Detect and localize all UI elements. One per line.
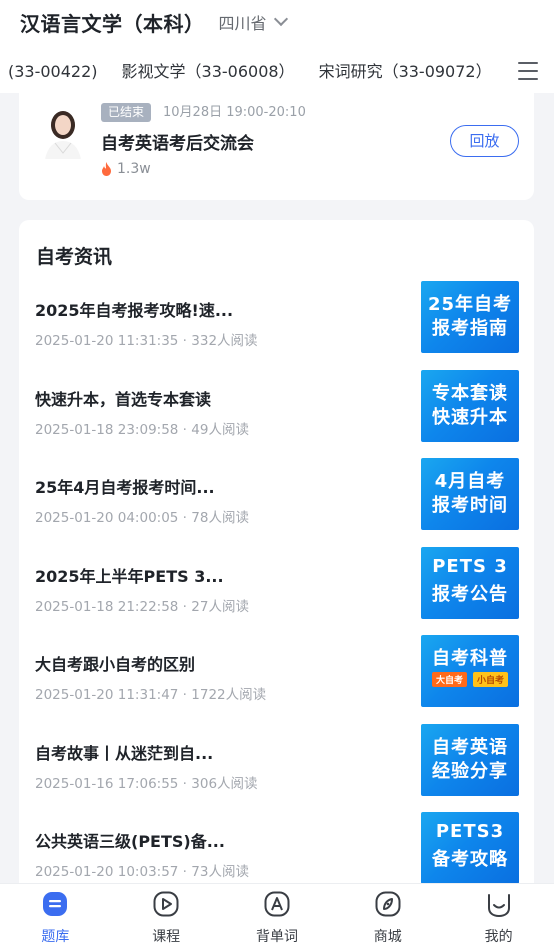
news-reads: 332人阅读 (191, 333, 258, 349)
nav-label: 题库 (41, 929, 70, 945)
news-thumbnail: 自考科普大自考 小自考 (421, 635, 519, 707)
news-date: 2025-01-18 21:22:58 (35, 598, 179, 615)
news-reads: 27人阅读 (191, 598, 249, 615)
meta-separator: · (178, 687, 192, 703)
views-count: 1.3w (117, 161, 151, 177)
nav-item-vocabulary[interactable]: 背单词 (222, 884, 333, 948)
news-thumbnail: 4月自考报考时间 (421, 458, 519, 530)
news-reads: 78人阅读 (191, 510, 249, 526)
course-tabs: (33-00422) 影视文学（33-06008） 宋词研究（33-09072） (0, 56, 508, 88)
nav-label: 背单词 (255, 929, 298, 945)
thumbnail-line-1: 4月自考 (434, 471, 506, 492)
thumbnail-line-2: 快速升本 (432, 406, 508, 428)
news-date: 2025-01-20 11:31:47 (35, 687, 179, 703)
header: 汉语言文学（本科） 四川省 (33-00422) 影视文学（33-06008） … (0, 0, 554, 93)
thumbnail-line-2: 报考时间 (432, 495, 508, 516)
major-title[interactable]: 汉语言文学（本科） (20, 8, 205, 37)
nav-item-store[interactable]: 商城 (332, 884, 443, 948)
news-meta: 2025-01-16 17:06:55 · 306人阅读 (35, 772, 258, 792)
thumbnail-line-2: 报考指南 (432, 318, 508, 339)
tab-course-1[interactable]: (33-00422) (8, 56, 98, 88)
news-reads: 49人阅读 (191, 421, 249, 438)
status-badge: 已结束 (101, 103, 152, 122)
title-row: 汉语言文学（本科） 四川省 (20, 6, 288, 38)
news-thumbnail: 25年自考报考指南 (421, 281, 519, 353)
news-title: 快速升本，首选专本套读 (35, 389, 212, 409)
smile-icon (487, 894, 510, 918)
thumbnail-line-1: 专本套读 (432, 382, 508, 404)
news-meta: 2025-01-20 11:31:47 · 1722人阅读 (35, 683, 266, 703)
news-date: 2025-01-20 04:00:05 (35, 510, 179, 526)
news-title: 2025年自考报考攻略!速... (35, 301, 234, 320)
thumbnail-line-1: 自考科普 (432, 648, 508, 669)
news-date: 2025-01-20 11:31:35 (35, 333, 179, 349)
tab-course-3[interactable]: 宋词研究（33-09072） (319, 56, 492, 88)
thumbnail-line-1: PETS3 (435, 821, 505, 842)
news-thumbnail: 专本套读 快速升本 (421, 369, 519, 442)
flame-icon (102, 162, 111, 176)
province-label: 四川省 (218, 14, 267, 33)
bottom-nav: 题库 课程 背单词 商城 我的 (0, 883, 554, 948)
question-bank-icon (43, 892, 68, 916)
meta-separator: · (178, 864, 192, 880)
news-meta: 2025-01-20 04:00:05 · 78人阅读 (35, 506, 249, 526)
live-time: 10月28日 19:00-20:10 (163, 105, 306, 120)
thumbnail-line-2: 经验分享 (432, 760, 508, 782)
news-reads: 1722人阅读 (191, 687, 267, 703)
news-reads: 306人阅读 (191, 775, 258, 792)
news-card: 自考资讯 2025年自考报考攻略!速... 2025-01-20 11:31:35… (19, 220, 534, 920)
letter-a-icon (264, 891, 290, 917)
thumbnail-tag: 大自考 (431, 672, 467, 687)
news-meta: 2025-01-20 11:31:35 · 332人阅读 (35, 329, 258, 349)
news-meta: 2025-01-20 10:03:57 · 73人阅读 (35, 860, 249, 880)
news-title: 自考故事丨从迷茫到自... (35, 743, 214, 763)
meta-separator: · (178, 510, 192, 526)
compass-icon (375, 891, 401, 917)
meta-separator: · (178, 333, 192, 349)
meta-separator: · (178, 598, 192, 615)
news-reads: 73人阅读 (191, 864, 249, 880)
live-views: 1.3w (101, 161, 151, 177)
news-meta: 2025-01-18 21:22:58 · 27人阅读 (35, 595, 249, 615)
news-title: 2025年上半年PETS 3... (35, 566, 224, 586)
meta-separator: · (178, 421, 192, 438)
thumbnail-line-1: PETS 3 (432, 555, 508, 577)
nav-label: 我的 (484, 929, 513, 945)
thumbnail-line-2: 备考攻略 (432, 849, 508, 870)
news-thumbnail: PETS 3 报考公告 (421, 546, 519, 619)
tab-course-2[interactable]: 影视文学（33-06008） (122, 56, 295, 88)
play-icon (153, 891, 179, 917)
chevron-down-icon (273, 11, 288, 27)
replay-button[interactable]: 回放 (450, 125, 519, 157)
meta-separator: · (178, 775, 192, 792)
news-thumbnail: PETS3 备考攻略 (421, 812, 519, 884)
news-thumbnail: 自考英语 经验分享 (421, 723, 519, 796)
menu-icon[interactable] (518, 62, 538, 80)
news-title: 25年4月自考报考时间... (35, 478, 215, 497)
avatar (41, 103, 85, 159)
live-card[interactable]: 已结束 10月28日 19:00-20:10 自考英语考后交流会 1.3w 回放 (19, 93, 534, 200)
live-title[interactable]: 自考英语考后交流会 (101, 129, 254, 154)
news-header: 自考资讯 (36, 246, 113, 268)
nav-item-courses[interactable]: 课程 (111, 884, 222, 948)
thumbnail-line-1: 25年自考 (427, 294, 513, 315)
nav-label: 商城 (373, 929, 402, 945)
news-title: 大自考跟小自考的区别 (35, 655, 196, 674)
province-selector[interactable]: 四川省 (218, 10, 288, 34)
news-date: 2025-01-16 17:06:55 (35, 775, 179, 792)
thumbnail-tags: 大自考 小自考 (421, 672, 519, 687)
nav-item-question-bank[interactable]: 题库 (0, 884, 111, 948)
thumbnail-line-2: 报考公告 (432, 583, 508, 605)
thumbnail-tag: 小自考 (473, 672, 509, 687)
news-date: 2025-01-20 10:03:57 (35, 864, 179, 880)
news-meta: 2025-01-18 23:09:58 · 49人阅读 (35, 418, 249, 438)
nav-item-profile[interactable]: 我的 (443, 884, 554, 948)
news-date: 2025-01-18 23:09:58 (35, 421, 179, 438)
news-title: 公共英语三级(PETS)备... (35, 832, 225, 851)
thumbnail-line-1: 自考英语 (432, 736, 508, 758)
nav-label: 课程 (152, 929, 181, 945)
